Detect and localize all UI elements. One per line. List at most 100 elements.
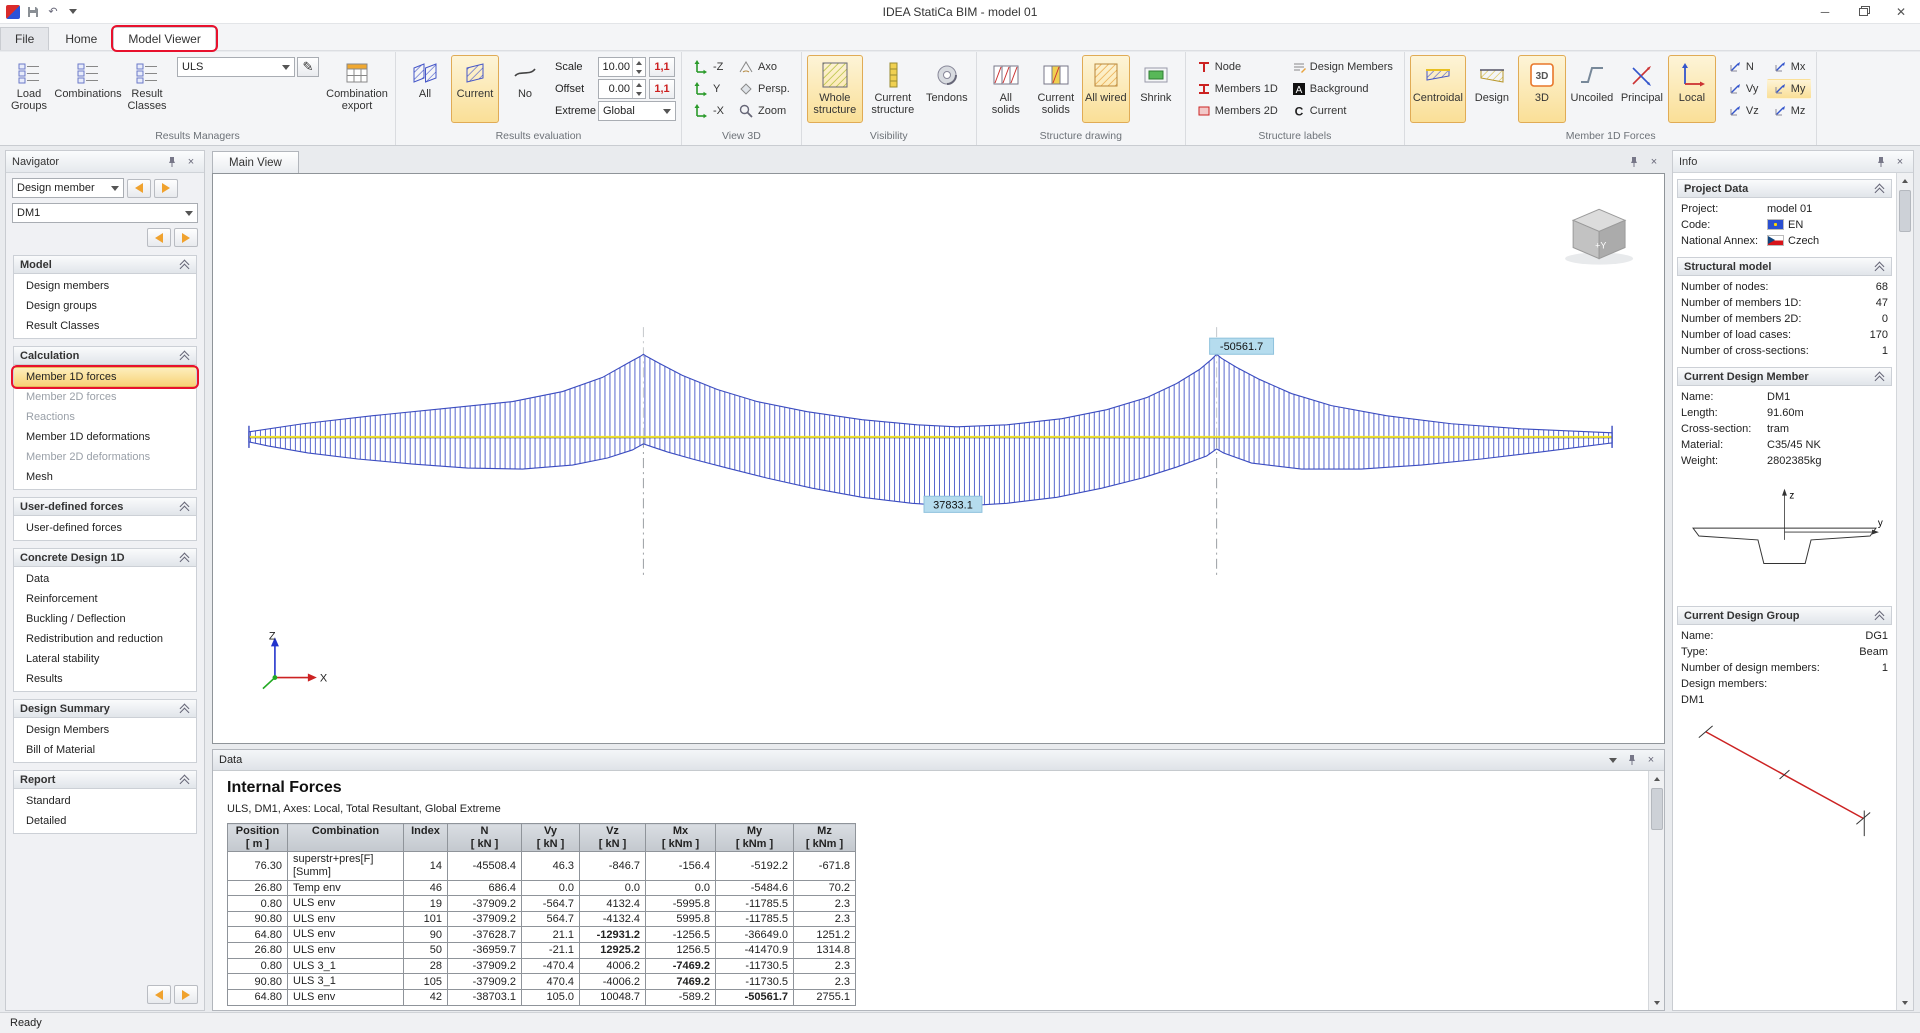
- view-minus-z-button[interactable]: -Z: [687, 57, 730, 77]
- label-members-2d-button[interactable]: Members 2D: [1191, 101, 1284, 121]
- force-n-toggle[interactable]: N: [1722, 57, 1765, 77]
- combinations-button[interactable]: Combinations: [55, 55, 121, 123]
- scroll-up-button[interactable]: [1897, 173, 1913, 188]
- save-icon[interactable]: [26, 5, 40, 18]
- collapse-chevron-icon[interactable]: [1875, 262, 1885, 272]
- tendons-button[interactable]: Tendons: [923, 55, 971, 123]
- column-header[interactable]: Index: [404, 824, 448, 852]
- collapse-chevron-icon[interactable]: [180, 775, 190, 785]
- current-structure-button[interactable]: Current structure: [865, 55, 921, 123]
- nav-section-header[interactable]: User-defined forces: [13, 497, 197, 516]
- prev-item-button[interactable]: [147, 228, 171, 247]
- uncoiled-button[interactable]: Uncoiled: [1568, 55, 1616, 123]
- collapse-chevron-icon[interactable]: [180, 502, 190, 512]
- close-icon[interactable]: ×: [1893, 155, 1907, 169]
- spinner-arrows[interactable]: [632, 80, 645, 98]
- nav-section-header[interactable]: Model: [13, 255, 197, 274]
- nav-prev-button[interactable]: [147, 985, 171, 1004]
- nav-item-member-1d-forces[interactable]: Member 1D forces: [14, 367, 196, 387]
- result-classes-button[interactable]: Result Classes: [123, 55, 171, 123]
- nav-item-data[interactable]: Data: [14, 569, 196, 589]
- result-class-combo[interactable]: ULS: [177, 57, 295, 77]
- force-my-toggle[interactable]: My: [1767, 79, 1812, 99]
- close-icon[interactable]: ×: [184, 155, 198, 169]
- current-solids-button[interactable]: Current solids: [1032, 55, 1080, 123]
- nav-item-design-members[interactable]: Design members: [14, 276, 196, 296]
- shrink-button[interactable]: Shrink: [1132, 55, 1180, 123]
- label-design-members-button[interactable]: Design Members: [1286, 57, 1399, 77]
- results-current-button[interactable]: Current: [451, 55, 499, 123]
- quick-access-caret-icon[interactable]: [66, 5, 80, 18]
- value-label-max-negative[interactable]: -50561.7: [1210, 338, 1274, 354]
- column-header[interactable]: Mz[ kNm ]: [794, 824, 856, 852]
- scroll-down-button[interactable]: [1897, 995, 1913, 1010]
- main-view-canvas[interactable]: +Y -50561.7 37833.1: [212, 173, 1665, 744]
- extreme-combo[interactable]: Global: [598, 101, 676, 121]
- close-icon[interactable]: ×: [1644, 753, 1658, 767]
- view-minus-x-button[interactable]: -X: [687, 101, 730, 121]
- nav-item-mesh[interactable]: Mesh: [14, 467, 196, 487]
- scroll-down-button[interactable]: [1649, 995, 1664, 1010]
- table-row[interactable]: 64.80ULS env90-37628.721.1-12931.2-1256.…: [228, 927, 856, 943]
- table-row[interactable]: 0.80ULS 3_128-37909.2-470.44006.2-7469.2…: [228, 958, 856, 974]
- pin-icon[interactable]: [165, 155, 179, 169]
- chevron-down-icon[interactable]: [1606, 753, 1620, 767]
- column-header[interactable]: Combination: [288, 824, 404, 852]
- collapse-chevron-icon[interactable]: [1875, 184, 1885, 194]
- local-button[interactable]: Local: [1668, 55, 1716, 123]
- undo-icon[interactable]: ↶: [46, 5, 60, 18]
- nav-item-design-groups[interactable]: Design groups: [14, 296, 196, 316]
- tab-model-viewer[interactable]: Model Viewer: [113, 27, 215, 50]
- section-project-data[interactable]: Project Data: [1677, 179, 1892, 198]
- edit-result-class-button[interactable]: ✎: [297, 57, 319, 77]
- nav-item-design-members[interactable]: Design Members: [14, 720, 196, 740]
- axonometry-button[interactable]: Axo: [732, 57, 796, 77]
- nav-section-header[interactable]: Design Summary: [13, 699, 197, 718]
- collapse-chevron-icon[interactable]: [180, 260, 190, 270]
- minimize-button[interactable]: ─: [1806, 0, 1844, 23]
- offset-setting-button[interactable]: 1,1: [649, 79, 675, 99]
- table-row[interactable]: 90.80ULS 3_1105-37909.2470.4-4006.27469.…: [228, 974, 856, 990]
- nav-next-button[interactable]: [174, 985, 198, 1004]
- column-header[interactable]: Mx[ kNm ]: [646, 824, 716, 852]
- collapse-chevron-icon[interactable]: [180, 704, 190, 714]
- collapse-chevron-icon[interactable]: [1875, 611, 1885, 621]
- column-header[interactable]: Position[ m ]: [228, 824, 288, 852]
- force-vz-toggle[interactable]: Vz: [1722, 101, 1765, 121]
- collapse-chevron-icon[interactable]: [1875, 372, 1885, 382]
- pin-icon[interactable]: [1625, 753, 1639, 767]
- section-current-design-group[interactable]: Current Design Group: [1677, 606, 1892, 625]
- perspective-button[interactable]: Persp.: [732, 79, 796, 99]
- nav-item-results[interactable]: Results: [14, 669, 196, 689]
- next-member-button[interactable]: [154, 179, 178, 198]
- nav-item-detailed[interactable]: Detailed: [14, 811, 196, 831]
- table-row[interactable]: 64.80ULS env42-38703.1105.010048.7-589.2…: [228, 990, 856, 1006]
- nav-item-lateral-stability[interactable]: Lateral stability: [14, 649, 196, 669]
- zoom-button[interactable]: Zoom: [732, 101, 796, 121]
- three-d-button[interactable]: 3D 3D: [1518, 55, 1566, 123]
- nav-section-header[interactable]: Calculation: [13, 346, 197, 365]
- offset-spinner[interactable]: 0.00: [598, 79, 646, 99]
- restore-button[interactable]: [1844, 0, 1882, 23]
- spinner-arrows[interactable]: [632, 58, 645, 76]
- combination-export-button[interactable]: Combination export: [324, 55, 390, 123]
- collapse-chevron-icon[interactable]: [180, 351, 190, 361]
- column-header[interactable]: Vy[ kN ]: [522, 824, 580, 852]
- section-structural-model[interactable]: Structural model: [1677, 257, 1892, 276]
- member-select-combo[interactable]: DM1: [12, 203, 198, 223]
- results-all-button[interactable]: All: [401, 55, 449, 123]
- nav-item-standard[interactable]: Standard: [14, 791, 196, 811]
- table-row[interactable]: 76.30superstr+pres[F] [Summ]14-45508.446…: [228, 852, 856, 880]
- nav-item-user-defined-forces[interactable]: User-defined forces: [14, 518, 196, 538]
- nav-item-member-1d-deformations[interactable]: Member 1D deformations: [14, 427, 196, 447]
- close-button[interactable]: ✕: [1882, 0, 1920, 23]
- pin-icon[interactable]: [1874, 155, 1888, 169]
- section-current-design-member[interactable]: Current Design Member: [1677, 367, 1892, 386]
- force-mx-toggle[interactable]: Mx: [1767, 57, 1812, 77]
- collapse-chevron-icon[interactable]: [180, 553, 190, 563]
- table-row[interactable]: 26.80ULS env50-36959.7-21.112925.21256.5…: [228, 943, 856, 959]
- orientation-cube[interactable]: +Y: [1565, 209, 1633, 264]
- tab-home[interactable]: Home: [51, 27, 111, 50]
- column-header[interactable]: Vz[ kN ]: [580, 824, 646, 852]
- close-icon[interactable]: ×: [1647, 155, 1661, 169]
